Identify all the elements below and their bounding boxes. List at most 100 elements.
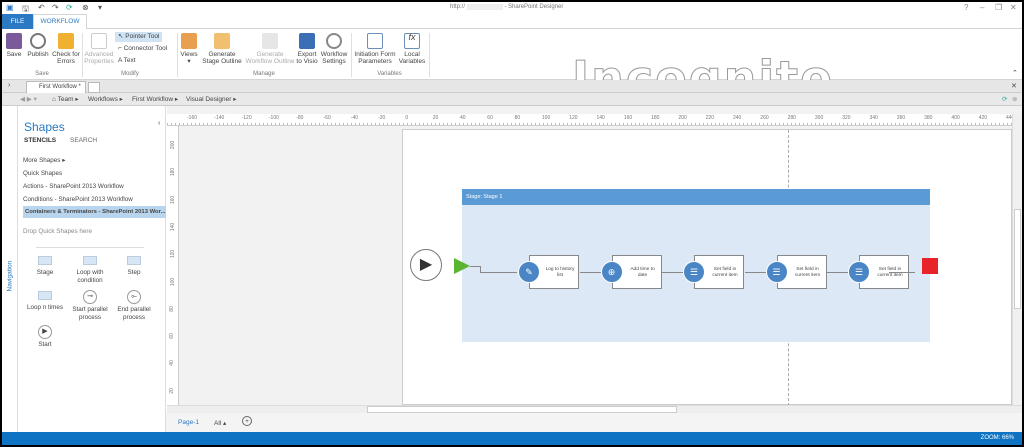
stage-header[interactable]: Stage: Stage 1 <box>462 189 930 205</box>
ruler-tick-label: 340 <box>869 115 878 121</box>
ruler-tick-label: 280 <box>787 115 796 121</box>
page-1-tab[interactable]: Page-1 <box>178 419 199 426</box>
connector <box>470 266 480 267</box>
pointer-tool-button[interactable]: ↖ Pointer Tool <box>115 32 163 42</box>
tab-file[interactable]: FILE <box>2 14 33 29</box>
ruler-tick-label: 100 <box>541 115 551 121</box>
ruler-tick-label: 140 <box>170 222 177 232</box>
workflow-settings-button[interactable]: Workflow Settings <box>319 33 349 65</box>
breadcrumb-workflows[interactable]: Workflows ▸ <box>88 93 123 106</box>
app-icon: ▣ <box>6 3 14 12</box>
ruler-tick-label: -100 <box>268 115 279 121</box>
scroll-thumb[interactable] <box>1014 209 1021 309</box>
actions-stencil-item[interactable]: Actions - SharePoint 2013 Workflow <box>23 183 124 190</box>
breadcrumb-visual-designer[interactable]: Visual Designer ▸ <box>186 93 236 106</box>
all-pages-button[interactable]: All ▴ <box>214 419 226 427</box>
ruler-tick-label: 20 <box>168 387 175 394</box>
generate-workflow-outline-button[interactable]: Generate Workflow Outline <box>244 33 296 65</box>
stage-entry-arrow[interactable] <box>454 258 470 274</box>
shape-loop-n-times[interactable]: Loop n times <box>25 291 65 312</box>
connector-tool-button[interactable]: ⌐ Connector Tool <box>115 44 170 54</box>
connector <box>662 272 683 273</box>
ruler-tick-label: 300 <box>814 115 824 121</box>
drawing-canvas[interactable]: -160 -140 -120 -100 -80 -60 -40 -20 0 20 40 60 80 100… <box>167 106 1022 413</box>
back-icon[interactable]: ◀ ▶ ▾ <box>20 93 37 106</box>
vertical-scrollbar[interactable] <box>1012 114 1022 406</box>
redo-icon[interactable]: ↷ <box>52 3 59 12</box>
ruler-tick-label: 420 <box>978 115 988 121</box>
advanced-properties-button[interactable]: Advanced Properties <box>84 33 114 65</box>
new-tab-button[interactable] <box>88 82 100 93</box>
close-tab-icon[interactable]: ✕ <box>1011 82 1017 90</box>
ruler-tick-label: 100 <box>170 277 177 286</box>
divider <box>36 247 144 248</box>
local-variables-button[interactable]: fx Local Variables <box>398 33 426 66</box>
generate-stage-outline-button[interactable]: Generate Stage Outline <box>201 33 243 65</box>
shape-start[interactable]: ▶ Start <box>25 325 65 349</box>
stop-icon[interactable]: ⊗ <box>1012 93 1017 106</box>
group-save-label: Save <box>35 71 49 77</box>
scroll-thumb[interactable] <box>367 406 677 413</box>
containers-stencil-item[interactable]: Containers & Terminators - SharePoint 20… <box>23 206 166 218</box>
ruler-tick-label: 140 <box>596 115 605 121</box>
ruler-tick-label: 60 <box>487 115 493 121</box>
save-icon <box>6 33 22 49</box>
shape-step[interactable]: Step <box>114 256 154 277</box>
vertical-ruler: 200 180 160 140 120 100 80 60 40 20 <box>167 126 179 406</box>
shape-stage[interactable]: Stage <box>25 256 65 277</box>
tab-first-workflow[interactable]: First Workflow * <box>26 81 86 93</box>
breadcrumb-first-workflow[interactable]: First Workflow ▸ <box>132 93 178 106</box>
text-tool-button[interactable]: A Text <box>115 56 139 66</box>
ruler-tick-label: -160 <box>187 115 198 121</box>
initiation-form-parameters-button[interactable]: Initiation Form Parameters <box>353 33 397 65</box>
end-terminator[interactable] <box>922 258 938 274</box>
collapse-pane-icon[interactable]: ‹ <box>158 120 160 127</box>
visio-icon <box>299 33 315 49</box>
export-to-visio-button[interactable]: Export to Visio <box>296 33 318 65</box>
close-button[interactable]: ✕ <box>1010 3 1017 12</box>
ruler-tick-label: 80 <box>514 115 521 121</box>
breadcrumb-team[interactable]: ⌂ Team ▸ <box>52 93 79 106</box>
start-shape-icon: ▶ <box>38 325 52 339</box>
ruler-tick-label: 400 <box>951 115 960 121</box>
customize-icon[interactable]: ▾ <box>98 3 102 12</box>
refresh-icon[interactable]: ⟳ <box>1002 93 1007 106</box>
tab-workflow[interactable]: WORKFLOW <box>33 14 87 29</box>
check-for-errors-button[interactable]: Check for Errors <box>52 33 80 65</box>
ruler-tick-label: 120 <box>569 115 578 121</box>
more-shapes-item[interactable]: More Shapes ▸ <box>23 157 65 164</box>
refresh-icon[interactable]: ⟳ <box>66 3 73 12</box>
help-button[interactable]: ? <box>964 3 968 12</box>
expand-nav-icon[interactable]: › <box>8 82 10 89</box>
ruler-tick-label: -60 <box>323 115 331 121</box>
breadcrumb: ◀ ▶ ▾ ⌂ Team ▸ Workflows ▸ First Workflo… <box>2 93 1022 106</box>
add-page-button[interactable]: + <box>242 416 252 426</box>
navigation-pane[interactable]: Navigation <box>2 106 18 432</box>
horizontal-scrollbar[interactable] <box>167 405 1022 413</box>
save-button[interactable]: Save <box>4 33 24 58</box>
zoom-level[interactable]: ZOOM: 66% <box>981 432 1014 445</box>
search-tab[interactable]: SEARCH <box>70 137 97 144</box>
connector <box>480 272 517 273</box>
ruler-tick-label: 260 <box>760 115 769 121</box>
restore-button[interactable]: ❐ <box>995 3 1002 12</box>
start-terminator[interactable]: ▶ <box>410 249 442 281</box>
fx-icon: fx <box>404 33 420 49</box>
publish-button[interactable]: Publish <box>26 33 50 58</box>
collapse-ribbon-icon[interactable]: ⌃ <box>1012 69 1018 77</box>
conditions-stencil-item[interactable]: Conditions - SharePoint 2013 Workflow <box>23 196 133 203</box>
title-bar: ▣ 🖫 ↶ ↷ ⟳ ⊗ ▾ http:// xxxxxxxxxxxx - Sha… <box>2 2 1022 14</box>
undo-icon[interactable]: ↶ <box>38 3 45 12</box>
minimize-button[interactable]: – <box>980 3 984 12</box>
shape-end-parallel[interactable]: ⟜ End parallel process <box>114 290 154 322</box>
ruler-tick-label: 220 <box>705 115 715 121</box>
stop-icon[interactable]: ⊗ <box>82 3 89 12</box>
group-variables-label: Variables <box>377 71 402 77</box>
views-button[interactable]: Views ▾ <box>179 33 199 65</box>
divider <box>351 33 352 77</box>
navigation-label[interactable]: Navigation <box>7 248 14 292</box>
stencils-tab[interactable]: STENCILS <box>24 137 56 144</box>
quick-shapes-item[interactable]: Quick Shapes <box>23 170 62 177</box>
shape-start-parallel[interactable]: ⊸ Start parallel process <box>70 290 110 322</box>
shape-loop-with-condition[interactable]: Loop with condition <box>70 256 110 285</box>
